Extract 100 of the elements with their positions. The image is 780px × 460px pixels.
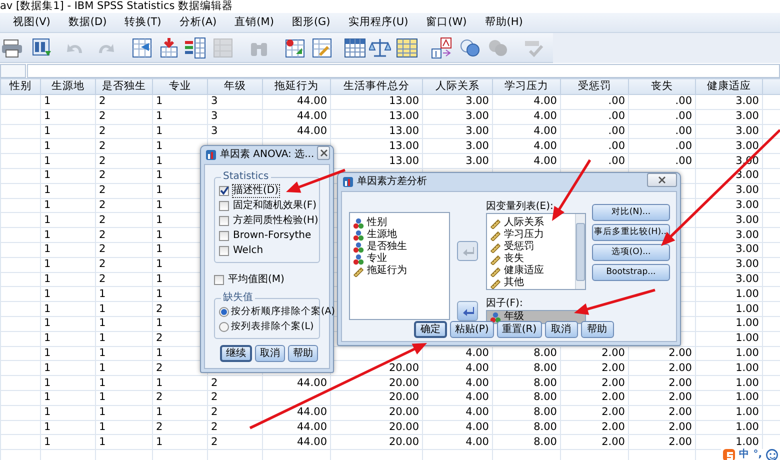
table-arrow-icon	[131, 36, 153, 58]
dialog-button[interactable]: 事后多重比较(H)...	[592, 224, 670, 241]
dialog-button[interactable]: Bootstrap...	[592, 264, 670, 281]
menu-item[interactable]: 直销(M)	[234, 16, 283, 29]
toolbar-button[interactable]	[430, 36, 454, 60]
table-cell: 1	[40, 138, 96, 154]
list-item[interactable]: 学习压力	[490, 229, 572, 241]
dialog-button[interactable]: 重置(R)	[496, 321, 542, 338]
table-cell: .00	[560, 124, 628, 139]
ime-mode[interactable]: 中	[739, 448, 750, 460]
list-item[interactable]: 专业	[353, 253, 446, 265]
list-item[interactable]: 其他	[490, 277, 572, 289]
menu-item[interactable]: 分析(A)	[179, 16, 226, 29]
scrollbar[interactable]	[574, 214, 585, 289]
table-cell: 2.00	[560, 376, 628, 390]
menu-item[interactable]: 帮助(H)	[484, 16, 532, 29]
field-label: 因子(F):	[486, 298, 524, 310]
dependent-list[interactable]: 人际关系 学习压力 受惩罚 丧失 健康适应 其他	[486, 213, 586, 290]
group-label: Statistics	[222, 171, 270, 183]
radio-button[interactable]	[219, 322, 229, 332]
dialog-title: 单因素方差分析	[357, 176, 427, 188]
column-header[interactable]: 专业	[152, 78, 208, 94]
table-cell: 1	[96, 405, 152, 420]
column-header[interactable]: 性别	[0, 78, 40, 94]
dialog-button[interactable]: 取消	[255, 345, 285, 362]
table-cell: 1.00	[696, 360, 762, 376]
toolbar-button[interactable]	[310, 36, 334, 60]
ime-punctuation[interactable]: °,	[753, 448, 762, 460]
column-header[interactable]: 受惩罚	[560, 78, 628, 94]
smiley-icon[interactable]	[766, 448, 778, 460]
dialog-button[interactable]: 继续	[220, 345, 252, 362]
checkbox[interactable]	[219, 246, 229, 256]
checkbox[interactable]	[219, 186, 229, 196]
close-button[interactable]	[647, 173, 677, 187]
table-cell: 1	[40, 94, 96, 110]
menu-item[interactable]: 窗口(W)	[426, 16, 476, 29]
checkbox[interactable]	[214, 274, 224, 284]
table-cell: 1.00	[696, 420, 762, 435]
table-cell: 2	[96, 154, 152, 168]
dialog-button[interactable]: 对比(N)...	[592, 204, 670, 221]
column-header[interactable]: 是否独生	[96, 78, 152, 94]
menu-item[interactable]: 视图(V)	[13, 16, 60, 29]
list-item[interactable]: 生源地	[353, 229, 446, 241]
toolbar-button[interactable]	[130, 36, 154, 60]
dialog-button[interactable]: 帮助	[580, 321, 614, 338]
close-icon	[320, 149, 328, 157]
column-header[interactable]: 年级	[208, 78, 262, 94]
toolbar-button[interactable]	[183, 36, 207, 60]
list-item[interactable]: 是否独生	[353, 241, 446, 253]
list-item[interactable]: 健康适应	[490, 265, 572, 277]
dialog-button[interactable]: 粘贴(P)	[450, 321, 494, 338]
column-header[interactable]: 生活事件总分	[330, 78, 422, 94]
cell-editor-field[interactable]	[27, 64, 780, 78]
table-cell: 1	[96, 360, 152, 376]
dialog-button[interactable]: 确定	[414, 321, 447, 338]
checkbox[interactable]	[219, 230, 229, 240]
toolbar-button[interactable]	[395, 36, 419, 60]
dialog-button[interactable]: 取消	[544, 321, 578, 338]
check-icon	[220, 186, 228, 195]
checkbox-label: 固定和随机效果(F)	[233, 200, 317, 212]
column-header[interactable]: 丧失	[628, 78, 696, 94]
move-button[interactable]	[457, 301, 478, 321]
column-header[interactable]: 健康适应	[696, 78, 762, 94]
list-item[interactable]: 拖延行为	[353, 265, 446, 277]
table-cell: 8.00	[492, 434, 560, 450]
radio-button[interactable]	[219, 306, 229, 316]
toolbar-button[interactable]	[343, 36, 367, 60]
list-item[interactable]: 性别	[353, 217, 446, 229]
table-cell: 1.00	[696, 346, 762, 361]
close-button[interactable]	[317, 146, 330, 160]
table-cell: 3.00	[422, 154, 492, 168]
table-cell: 1.00	[696, 405, 762, 420]
table-cell: 1	[40, 154, 96, 168]
table-cell: 4.00	[492, 124, 560, 139]
column-header[interactable]: 人际关系	[422, 78, 492, 94]
menu-item[interactable]: 实用程序(U)	[348, 16, 418, 29]
cell-reference-field[interactable]	[0, 64, 26, 78]
table-cell: 3.00	[696, 257, 762, 272]
column-header[interactable]: 拖延行为	[262, 78, 330, 94]
table-cell: 1	[152, 376, 208, 390]
menu-item[interactable]: 数据(D)	[68, 16, 116, 29]
menu-item[interactable]: 转换(T)	[124, 16, 170, 29]
menu-item[interactable]: 图形(G)	[292, 16, 340, 29]
close-icon	[658, 176, 666, 184]
table-cell: 44.00	[262, 94, 330, 110]
dialog-button[interactable]: 帮助	[288, 345, 318, 362]
table-cell: 44.00	[262, 109, 330, 124]
variable-list[interactable]: 性别 生源地 是否独生 专业 拖延行为	[349, 212, 450, 320]
column-header[interactable]: 学习压力	[492, 78, 560, 94]
ime-status-bar[interactable]: 中 °,	[721, 449, 780, 460]
table-cell: 1	[96, 331, 152, 346]
table-cell: 2.00	[628, 420, 696, 435]
checkbox[interactable]	[219, 216, 229, 226]
checkbox[interactable]	[219, 200, 229, 210]
column-header[interactable]: 生源地	[40, 78, 96, 94]
list-item[interactable]: 人际关系	[490, 217, 572, 229]
list-item[interactable]: 受惩罚	[490, 241, 572, 253]
dialog-button[interactable]: 选项(O)...	[592, 244, 670, 261]
annotation-arrow	[286, 168, 346, 193]
list-item[interactable]: 丧失	[490, 253, 572, 265]
